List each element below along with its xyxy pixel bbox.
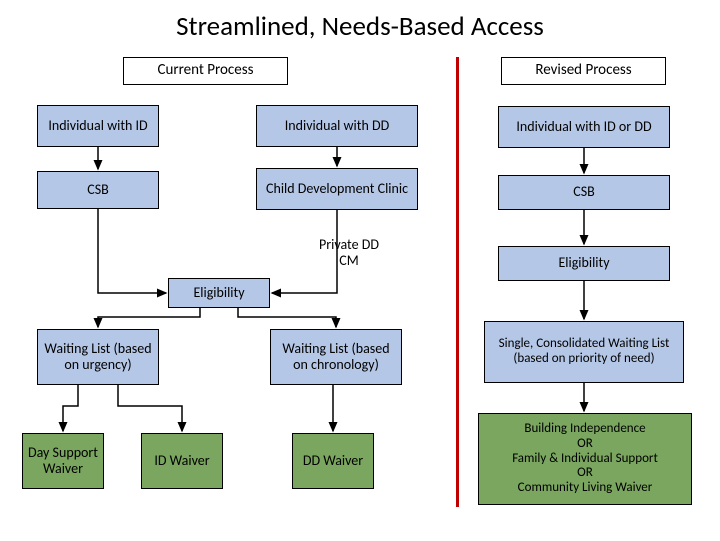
header-current: Current Process xyxy=(123,57,288,85)
box-rev-waiting-list: Single, Consolidated Waiting List (based… xyxy=(484,321,684,383)
box-child-dev-clinic: Child Development Clinic xyxy=(256,168,418,210)
box-day-support-waiver: Day Support Waiver xyxy=(22,433,104,489)
box-id-waiver: ID Waiver xyxy=(141,433,223,489)
box-eligibility: Eligibility xyxy=(168,278,270,308)
header-revised: Revised Process xyxy=(501,57,666,85)
box-dd-waiver: DD Waiver xyxy=(292,433,374,489)
label-private-dd-cm: Private DD CM xyxy=(308,234,390,272)
box-waiting-chronology: Waiting List (based on chronology) xyxy=(270,329,402,385)
vertical-divider xyxy=(456,57,459,507)
box-individual-dd: Individual with DD xyxy=(256,105,418,147)
box-rev-csb: CSB xyxy=(498,175,670,210)
page-title: Streamlined, Needs-Based Access xyxy=(0,0,720,51)
box-csb: CSB xyxy=(37,171,159,209)
box-rev-waivers: Building Independence OR Family & Indivi… xyxy=(478,413,692,505)
box-rev-eligibility: Eligibility xyxy=(498,246,670,281)
diagram-stage: Current Process Revised Process Individu… xyxy=(0,51,720,541)
box-individual-id: Individual with ID xyxy=(37,105,159,147)
box-waiting-urgency: Waiting List (based on urgency) xyxy=(37,329,159,385)
box-rev-individual: Individual with ID or DD xyxy=(498,106,670,148)
